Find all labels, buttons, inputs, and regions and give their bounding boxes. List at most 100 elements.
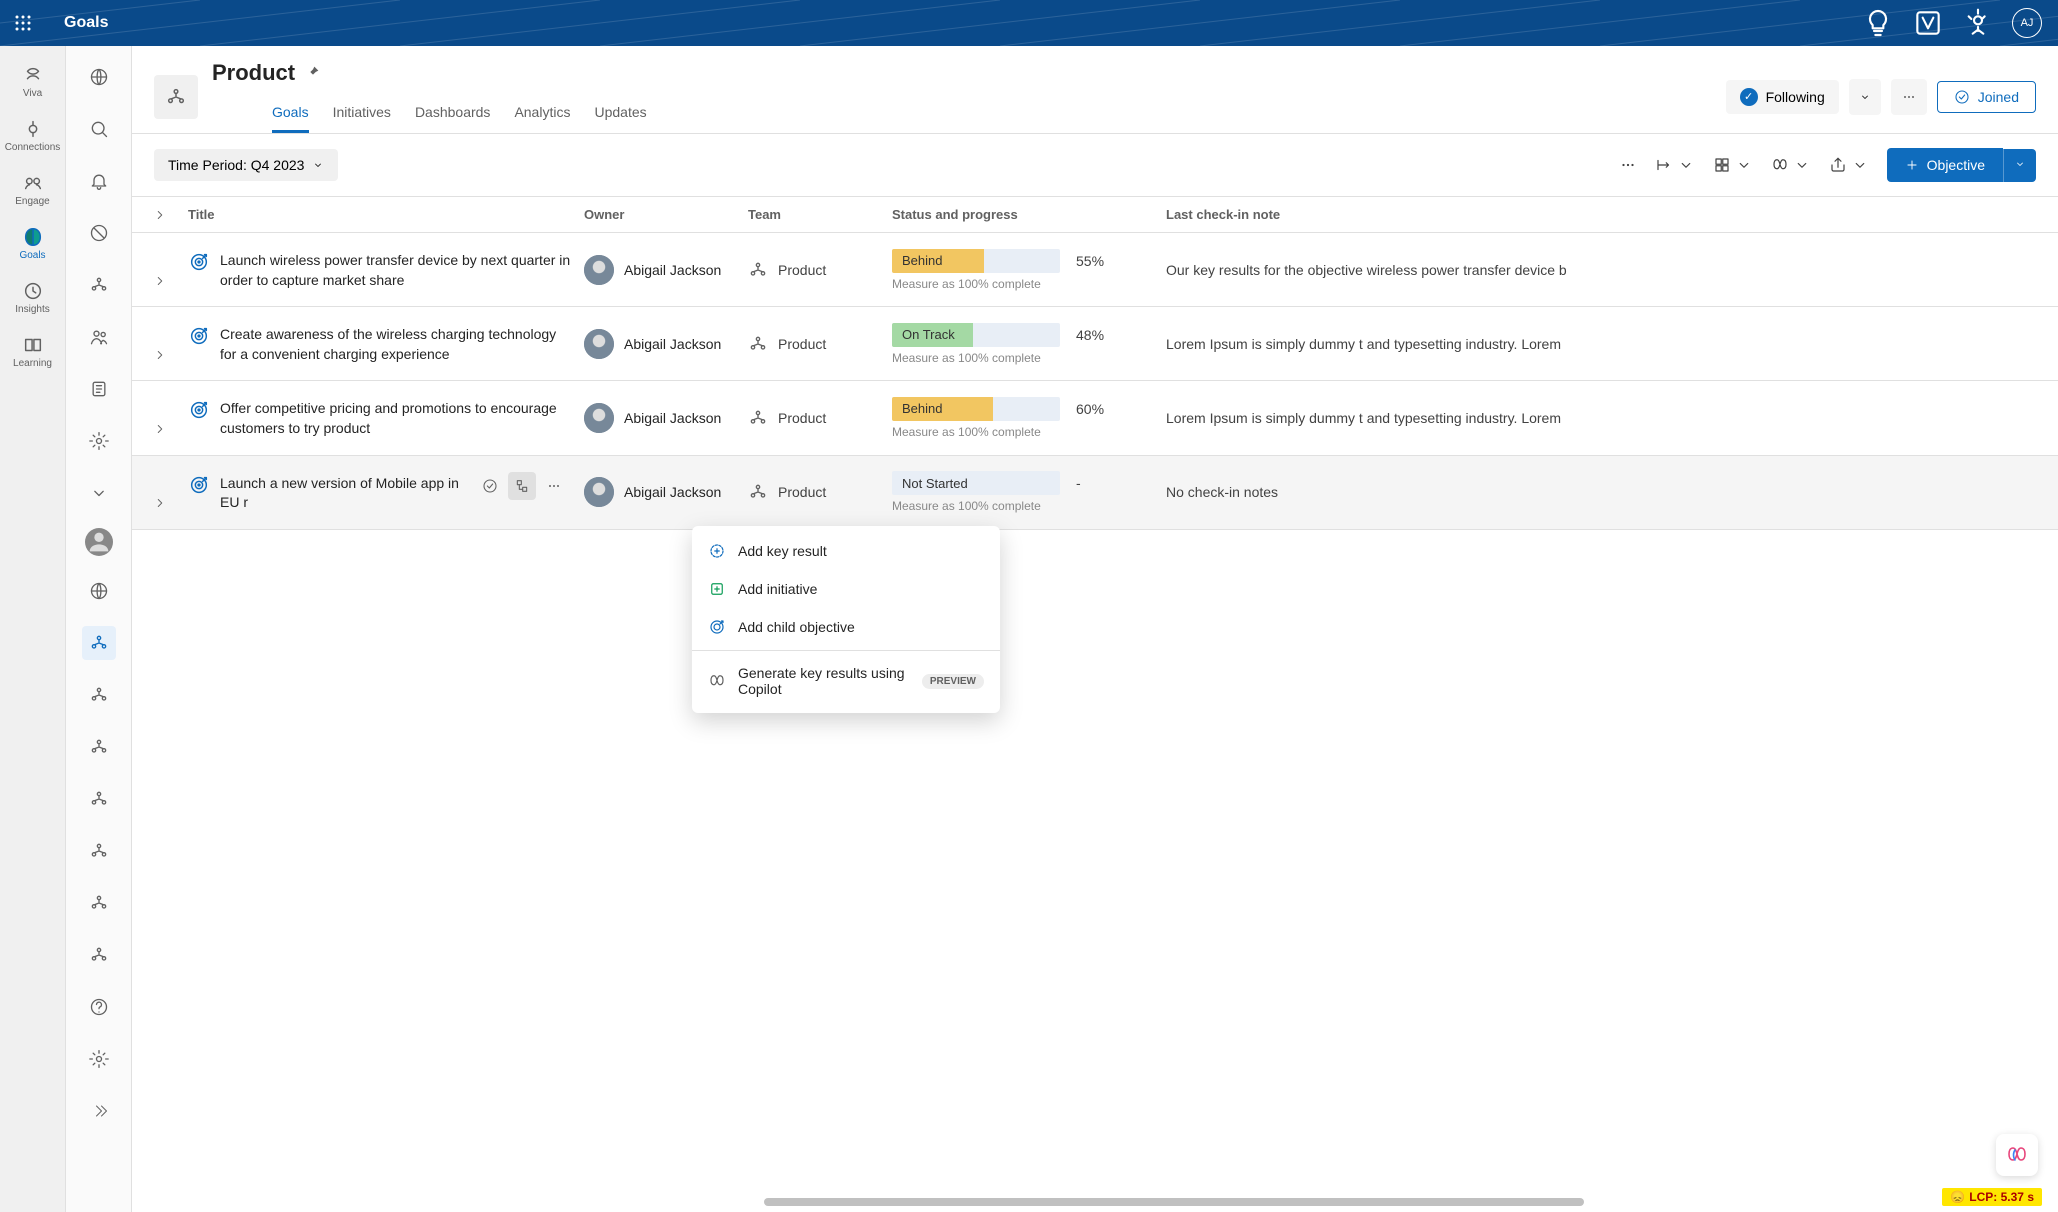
tab-analytics[interactable]: Analytics	[514, 96, 570, 133]
owner-avatar[interactable]	[584, 477, 614, 507]
rail-item-learning[interactable]: Learning	[0, 324, 66, 378]
owner-avatar[interactable]	[584, 403, 614, 433]
objective-icon	[188, 251, 210, 276]
copilot-icon[interactable]	[1771, 156, 1811, 174]
rail-item-insights[interactable]: Insights	[0, 270, 66, 324]
bell-icon[interactable]	[82, 164, 116, 198]
owner-name[interactable]: Abigail Jackson	[624, 410, 721, 426]
tab-initiatives[interactable]: Initiatives	[333, 96, 391, 133]
chevron-right-icon[interactable]	[153, 208, 167, 222]
checkin-note[interactable]: Lorem Ipsum is simply dummy t and typese…	[1166, 410, 2058, 426]
col-title[interactable]: Title	[188, 197, 584, 232]
rail-item-engage[interactable]: Engage	[0, 162, 66, 216]
org-icon[interactable]	[82, 938, 116, 972]
gear-icon[interactable]	[82, 424, 116, 458]
col-note[interactable]: Last check-in note	[1166, 197, 2058, 232]
pin-icon[interactable]	[305, 64, 321, 83]
org-icon[interactable]	[82, 782, 116, 816]
org-icon[interactable]	[82, 834, 116, 868]
notes-icon[interactable]	[82, 372, 116, 406]
objective-title[interactable]: Offer competitive pricing and promotions…	[220, 397, 576, 438]
objective-title[interactable]: Create awareness of the wireless chargin…	[220, 323, 576, 364]
following-dropdown[interactable]	[1849, 79, 1881, 115]
status-bar[interactable]: On Track	[892, 323, 1060, 347]
tab-goals[interactable]: Goals	[272, 96, 309, 133]
user-avatar[interactable]: AJ	[2012, 8, 2042, 38]
table-row[interactable]: Offer competitive pricing and promotions…	[132, 381, 2058, 455]
status-bar[interactable]: Behind	[892, 249, 1060, 273]
immersive-reader-icon[interactable]	[1912, 7, 1944, 39]
expand-toggle[interactable]	[132, 474, 188, 510]
objective-title[interactable]: Launch a new version of Mobile app in EU…	[220, 472, 466, 513]
tab-updates[interactable]: Updates	[594, 96, 646, 133]
team-name: Product	[778, 410, 826, 426]
menu-generate-copilot[interactable]: Generate key results using Copilot PREVI…	[692, 655, 1000, 707]
checkin-icon[interactable]	[476, 472, 504, 500]
owner-avatar[interactable]	[584, 255, 614, 285]
checkin-note[interactable]: Lorem Ipsum is simply dummy t and typese…	[1166, 336, 2058, 352]
settings-dropdown-icon[interactable]	[1962, 7, 1994, 39]
lightbulb-icon[interactable]	[1862, 7, 1894, 39]
org-icon[interactable]	[82, 678, 116, 712]
team-cell[interactable]: Product	[748, 260, 892, 280]
col-team[interactable]: Team	[748, 197, 892, 232]
org-icon[interactable]	[82, 268, 116, 302]
checkin-note[interactable]: Our key results for the objective wirele…	[1166, 262, 2058, 278]
user-avatar-small[interactable]	[85, 528, 113, 556]
add-child-icon[interactable]	[508, 472, 536, 500]
more-icon[interactable]	[1619, 156, 1637, 174]
expand-toggle[interactable]	[132, 252, 188, 288]
copilot-fab[interactable]	[1996, 1134, 2038, 1176]
new-objective-button[interactable]: Objective	[1887, 148, 2003, 182]
status-bar[interactable]: Not Started	[892, 471, 1060, 495]
rail-item-goals[interactable]: Goals	[0, 216, 66, 270]
expand-width-icon[interactable]	[1655, 156, 1695, 174]
joined-button[interactable]: Joined	[1937, 81, 2036, 113]
grid-view-icon[interactable]	[1713, 156, 1753, 174]
org-icon[interactable]	[82, 626, 116, 660]
block-icon[interactable]	[82, 216, 116, 250]
team-cell[interactable]: Product	[748, 408, 892, 428]
people-icon[interactable]	[82, 320, 116, 354]
app-launcher-icon[interactable]	[0, 0, 46, 46]
owner-avatar[interactable]	[584, 329, 614, 359]
col-status[interactable]: Status and progress	[892, 197, 1166, 232]
tab-dashboards[interactable]: Dashboards	[415, 96, 491, 133]
help-icon[interactable]	[82, 990, 116, 1024]
table-row[interactable]: Launch wireless power transfer device by…	[132, 233, 2058, 307]
new-objective-dropdown[interactable]	[2003, 149, 2036, 182]
objective-title[interactable]: Launch wireless power transfer device by…	[220, 249, 576, 290]
expand-toggle[interactable]	[132, 326, 188, 362]
team-cell[interactable]: Product	[748, 334, 892, 354]
globe-icon[interactable]	[82, 574, 116, 608]
team-cell[interactable]: Product	[748, 482, 892, 502]
chevron-down-icon[interactable]	[82, 476, 116, 510]
time-period-filter[interactable]: Time Period: Q4 2023	[154, 149, 338, 181]
status-bar[interactable]: Behind	[892, 397, 1060, 421]
expand-icon[interactable]	[82, 1094, 116, 1128]
owner-name[interactable]: Abigail Jackson	[624, 336, 721, 352]
horizontal-scrollbar[interactable]	[764, 1198, 2038, 1208]
table-row[interactable]: Launch a new version of Mobile app in EU…	[132, 456, 2058, 530]
menu-add-child-objective[interactable]: Add child objective	[692, 608, 1000, 646]
org-icon[interactable]	[82, 730, 116, 764]
menu-add-initiative[interactable]: Add initiative	[692, 570, 1000, 608]
col-owner[interactable]: Owner	[584, 197, 748, 232]
owner-name[interactable]: Abigail Jackson	[624, 262, 721, 278]
rail-item-connections[interactable]: Connections	[0, 108, 66, 162]
globe-icon[interactable]	[82, 60, 116, 94]
status-label: Behind	[892, 253, 942, 268]
expand-toggle[interactable]	[132, 400, 188, 436]
more-button[interactable]	[1891, 79, 1927, 115]
share-icon[interactable]	[1829, 156, 1869, 174]
org-icon[interactable]	[82, 886, 116, 920]
table-row[interactable]: Create awareness of the wireless chargin…	[132, 307, 2058, 381]
rail-item-viva[interactable]: Viva	[0, 54, 66, 108]
following-button[interactable]: ✓ Following	[1726, 80, 1839, 114]
checkin-note[interactable]: No check-in notes	[1166, 484, 2058, 500]
search-icon[interactable]	[82, 112, 116, 146]
menu-add-key-result[interactable]: Add key result	[692, 532, 1000, 570]
more-icon[interactable]	[540, 472, 568, 500]
gear-icon[interactable]	[82, 1042, 116, 1076]
owner-name[interactable]: Abigail Jackson	[624, 484, 721, 500]
